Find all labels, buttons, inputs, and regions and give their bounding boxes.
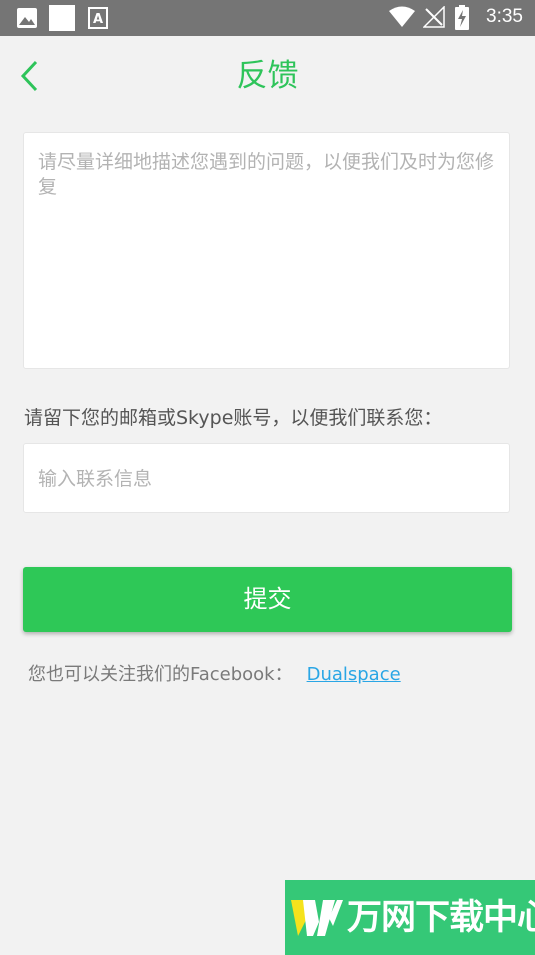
svg-text:A: A: [93, 12, 103, 27]
facebook-link[interactable]: Dualspace: [307, 664, 401, 685]
battery-charging-icon: [455, 5, 469, 30]
image-icon: [17, 8, 37, 28]
a-box-icon: A: [88, 7, 108, 29]
contact-label: 请留下您的邮箱或Skype账号，以便我们联系您：: [24, 407, 443, 429]
facebook-row: 您也可以关注我们的Facebook： Dualspace: [28, 660, 401, 690]
watermark-text: 万网下载中心: [347, 898, 535, 938]
watermark-logo-icon: [291, 900, 343, 936]
status-time: 3:35: [486, 6, 523, 27]
header: 反馈: [0, 36, 535, 120]
contact-placeholder: 输入联系信息: [38, 468, 153, 490]
feedback-placeholder: 请尽量详细地描述您遇到的问题，以便我们及时为您修复: [38, 151, 495, 198]
contact-input[interactable]: 输入联系信息: [23, 443, 510, 513]
submit-button[interactable]: 提交: [23, 567, 512, 632]
feedback-textarea[interactable]: 请尽量详细地描述您遇到的问题，以便我们及时为您修复: [23, 132, 510, 369]
status-bar: A 3:35: [0, 0, 535, 36]
wifi-icon: [389, 6, 415, 27]
facebook-prefix: 您也可以关注我们的Facebook：: [28, 664, 293, 685]
signal-off-icon: [423, 6, 445, 28]
watermark: 万网下载中心: [285, 880, 535, 955]
page-title: 反馈: [236, 58, 299, 94]
square-icon: [49, 5, 75, 31]
